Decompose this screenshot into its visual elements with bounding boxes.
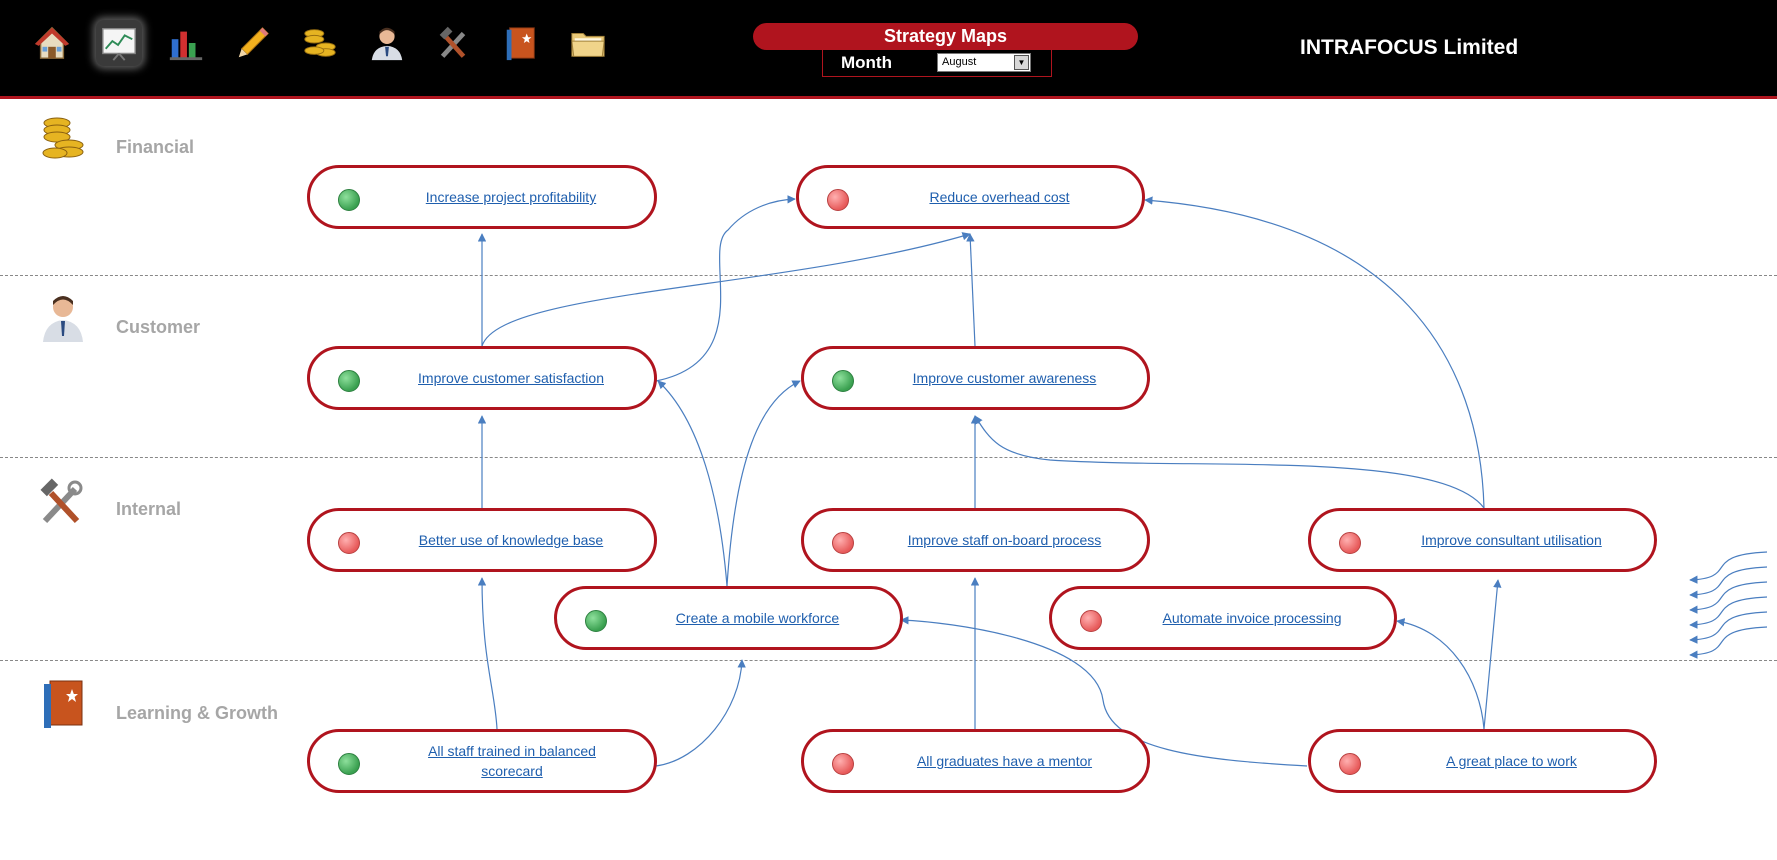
- arrow: [974, 415, 1485, 509]
- arrow: [655, 659, 746, 767]
- objective-link[interactable]: Improve customer awareness: [913, 368, 1097, 388]
- status-indicator: [832, 753, 854, 775]
- arrow: [657, 380, 728, 587]
- objective-all-graduates-have-a-mentor[interactable]: All graduates have a mentor: [801, 729, 1150, 793]
- objective-improve-staff-onboard-process[interactable]: Improve staff on-board process: [801, 508, 1150, 572]
- arrow: [726, 380, 801, 587]
- objective-better-use-of-knowledge-base[interactable]: Better use of knowledge base: [307, 508, 657, 572]
- arrow: [655, 195, 796, 382]
- arrow: [477, 577, 498, 730]
- status-indicator: [832, 370, 854, 392]
- arrow: [1396, 618, 1485, 730]
- objective-link[interactable]: Create a mobile workforce: [676, 608, 839, 628]
- status-indicator: [1339, 532, 1361, 554]
- objective-improve-customer-awareness[interactable]: Improve customer awareness: [801, 346, 1150, 410]
- objective-link[interactable]: Increase project profitability: [426, 187, 596, 207]
- objective-reduce-overhead-cost[interactable]: Reduce overhead cost: [796, 165, 1145, 229]
- status-indicator: [338, 189, 360, 211]
- status-indicator: [585, 610, 607, 632]
- status-indicator: [1339, 753, 1361, 775]
- objective-link[interactable]: Improve staff on-board process: [908, 530, 1102, 550]
- status-indicator: [832, 532, 854, 554]
- status-indicator: [1080, 610, 1102, 632]
- objective-link[interactable]: Reduce overhead cost: [929, 187, 1069, 207]
- objective-link[interactable]: All staff trained in balanced scorecard: [400, 741, 624, 781]
- arrow: [1689, 626, 1768, 659]
- objective-increase-project-profitability[interactable]: Increase project profitability: [307, 165, 657, 229]
- objective-link[interactable]: Better use of knowledge base: [419, 530, 603, 550]
- objective-link[interactable]: A great place to work: [1446, 751, 1577, 771]
- status-indicator: [338, 370, 360, 392]
- objective-create-a-mobile-workforce[interactable]: Create a mobile workforce: [554, 586, 903, 650]
- objective-link[interactable]: Automate invoice processing: [1163, 608, 1342, 628]
- arrow: [1483, 579, 1502, 730]
- objective-link[interactable]: All graduates have a mentor: [917, 751, 1092, 771]
- status-indicator: [338, 753, 360, 775]
- arrow: [966, 233, 976, 347]
- objective-link[interactable]: Improve consultant utilisation: [1421, 530, 1602, 550]
- objective-a-great-place-to-work[interactable]: A great place to work: [1308, 729, 1657, 793]
- arrow: [1144, 196, 1485, 509]
- objective-link[interactable]: Improve customer satisfaction: [418, 368, 604, 388]
- status-indicator: [338, 532, 360, 554]
- objective-automate-invoice-processing[interactable]: Automate invoice processing: [1049, 586, 1397, 650]
- objective-all-staff-trained-in-balanced-scorecard[interactable]: All staff trained in balanced scorecard: [307, 729, 657, 793]
- arrow: [481, 232, 971, 347]
- objective-improve-customer-satisfaction[interactable]: Improve customer satisfaction: [307, 346, 657, 410]
- objective-improve-consultant-utilisation[interactable]: Improve consultant utilisation: [1308, 508, 1657, 572]
- status-indicator: [827, 189, 849, 211]
